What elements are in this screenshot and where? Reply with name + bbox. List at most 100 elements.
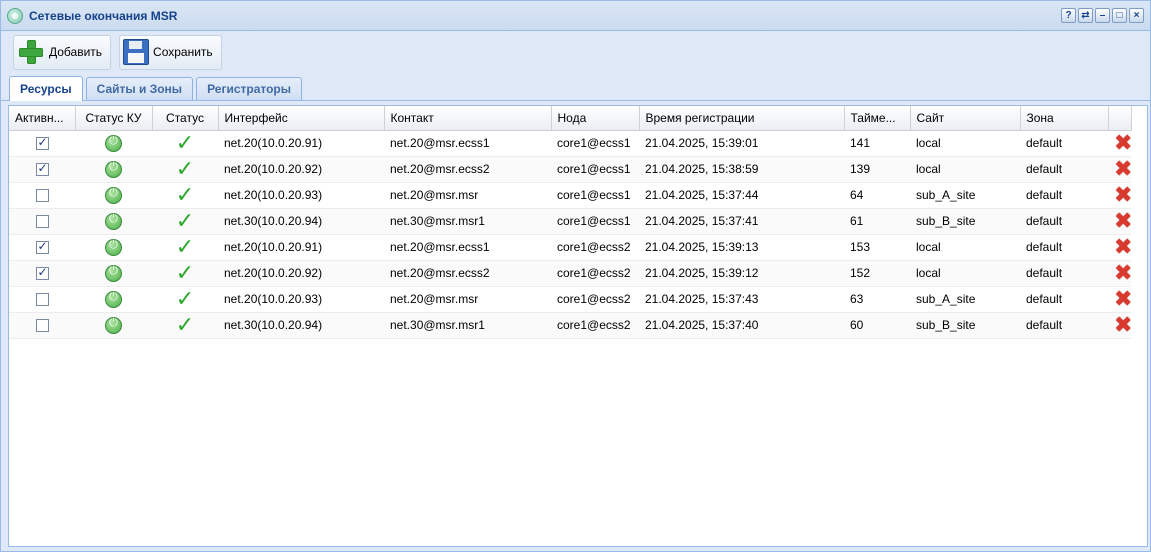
delete-icon[interactable]: ✖: [1114, 156, 1131, 181]
time-cell: 21.04.2025, 15:39:13: [639, 234, 844, 261]
active-checkbox[interactable]: [35, 293, 49, 307]
time-cell: 21.04.2025, 15:38:59: [639, 156, 844, 183]
status-ku-cell: [75, 312, 152, 339]
active-checkbox[interactable]: [35, 239, 49, 255]
site-cell: sub_A_site: [910, 182, 1020, 209]
interface-cell: net.20(10.0.20.93): [218, 286, 384, 313]
minimize-icon[interactable]: –: [1095, 8, 1110, 23]
active-cell: [9, 312, 75, 339]
power-icon: [105, 212, 122, 230]
table-row[interactable]: ✓ net.20(10.0.20.91)net.20@msr.ecss1core1…: [9, 234, 1131, 261]
tab-sites-zones[interactable]: Сайты и Зоны: [85, 77, 194, 100]
table-row[interactable]: ✓ net.20(10.0.20.93)net.20@msr.msrcore1@e…: [9, 286, 1131, 313]
delete-cell: ✖: [1108, 234, 1131, 261]
timer-cell: 63: [844, 286, 910, 313]
add-button[interactable]: Добавить: [13, 34, 112, 70]
refresh-icon[interactable]: ⇄: [1078, 8, 1093, 23]
node-cell: core1@ecss1: [551, 208, 639, 235]
maximize-icon[interactable]: □: [1112, 8, 1127, 23]
status-cell: ✓: [152, 156, 218, 183]
delete-icon[interactable]: ✖: [1114, 312, 1131, 337]
zone-cell: default: [1020, 182, 1108, 209]
checkmark-icon: ✓: [175, 312, 195, 337]
timer-cell: 141: [844, 130, 910, 157]
status-ku-cell: [75, 234, 152, 261]
help-icon[interactable]: ?: [1061, 8, 1076, 23]
table-row[interactable]: ✓ net.20(10.0.20.91)net.20@msr.ecss1core1…: [9, 130, 1131, 157]
contact-cell: net.30@msr.msr1: [384, 312, 551, 339]
checkmark-icon: ✓: [175, 208, 195, 233]
status-ku-cell: [75, 130, 152, 157]
window-tools: ? ⇄ – □ ×: [1061, 8, 1144, 23]
status-cell: ✓: [152, 312, 218, 339]
col-timer[interactable]: Тайме...: [844, 106, 911, 131]
tab-registrars[interactable]: Регистраторы: [196, 77, 302, 100]
col-status[interactable]: Статус: [152, 106, 219, 131]
timer-cell: 153: [844, 234, 910, 261]
col-interface[interactable]: Интерфейс: [218, 106, 385, 131]
power-icon: [105, 264, 122, 282]
table-row[interactable]: ✓ net.30(10.0.20.94)net.30@msr.msr1core1@…: [9, 312, 1131, 339]
node-cell: core1@ecss1: [551, 130, 639, 157]
interface-cell: net.20(10.0.20.91): [218, 234, 384, 261]
col-actions: [1108, 106, 1132, 131]
node-cell: core1@ecss2: [551, 260, 639, 287]
status-cell: ✓: [152, 130, 218, 157]
col-registration-time[interactable]: Время регистрации: [639, 106, 845, 131]
time-cell: 21.04.2025, 15:37:41: [639, 208, 844, 235]
status-ku-cell: [75, 156, 152, 183]
col-site[interactable]: Сайт: [910, 106, 1021, 131]
delete-cell: ✖: [1108, 208, 1131, 235]
delete-icon[interactable]: ✖: [1114, 286, 1131, 311]
col-zone[interactable]: Зона: [1020, 106, 1109, 131]
time-cell: 21.04.2025, 15:37:40: [639, 312, 844, 339]
interface-cell: net.20(10.0.20.91): [218, 130, 384, 157]
site-cell: sub_B_site: [910, 312, 1020, 339]
table-row[interactable]: ✓ net.20(10.0.20.92)net.20@msr.ecss2core1…: [9, 156, 1131, 183]
checkmark-icon: ✓: [175, 234, 195, 259]
active-cell: [9, 182, 75, 209]
delete-cell: ✖: [1108, 260, 1131, 287]
node-cell: core1@ecss2: [551, 234, 639, 261]
active-checkbox[interactable]: [35, 215, 49, 229]
close-icon[interactable]: ×: [1129, 8, 1144, 23]
active-checkbox[interactable]: [35, 161, 49, 177]
delete-icon[interactable]: ✖: [1114, 130, 1131, 155]
delete-icon[interactable]: ✖: [1114, 260, 1131, 285]
node-cell: core1@ecss2: [551, 312, 639, 339]
delete-icon[interactable]: ✖: [1114, 208, 1131, 233]
status-ku-cell: [75, 260, 152, 287]
active-checkbox[interactable]: [35, 135, 49, 151]
active-cell: [9, 286, 75, 313]
power-icon: [105, 134, 122, 152]
contact-cell: net.20@msr.ecss1: [384, 234, 551, 261]
active-checkbox[interactable]: [35, 265, 49, 281]
save-button[interactable]: Сохранить: [119, 34, 222, 70]
active-checkbox[interactable]: [35, 189, 49, 203]
col-contact[interactable]: Контакт: [384, 106, 552, 131]
power-icon: [105, 186, 122, 204]
col-node[interactable]: Нода: [551, 106, 640, 131]
status-cell: ✓: [152, 234, 218, 261]
table-row[interactable]: ✓ net.30(10.0.20.94)net.30@msr.msr1core1@…: [9, 208, 1131, 235]
time-cell: 21.04.2025, 15:37:44: [639, 182, 844, 209]
col-status-ku[interactable]: Статус КУ: [75, 106, 153, 131]
delete-icon[interactable]: ✖: [1114, 182, 1131, 207]
delete-icon[interactable]: ✖: [1114, 234, 1131, 259]
interface-cell: net.30(10.0.20.94): [218, 312, 384, 339]
col-active[interactable]: Активн...: [9, 106, 76, 131]
toolbar: Добавить Сохранить: [1, 31, 1150, 73]
active-checkbox[interactable]: [35, 319, 49, 333]
table-row[interactable]: ✓ net.20(10.0.20.92)net.20@msr.ecss2core1…: [9, 260, 1131, 287]
table-row[interactable]: ✓ net.20(10.0.20.93)net.20@msr.msrcore1@e…: [9, 182, 1131, 209]
tab-resources[interactable]: Ресурсы: [9, 76, 83, 101]
contact-cell: net.20@msr.msr: [384, 286, 551, 313]
timer-cell: 64: [844, 182, 910, 209]
delete-cell: ✖: [1108, 130, 1131, 157]
status-ku-cell: [75, 208, 152, 235]
interface-cell: net.20(10.0.20.93): [218, 182, 384, 209]
contact-cell: net.30@msr.msr1: [384, 208, 551, 235]
zone-cell: default: [1020, 260, 1108, 287]
contact-cell: net.20@msr.ecss1: [384, 130, 551, 157]
time-cell: 21.04.2025, 15:39:01: [639, 130, 844, 157]
